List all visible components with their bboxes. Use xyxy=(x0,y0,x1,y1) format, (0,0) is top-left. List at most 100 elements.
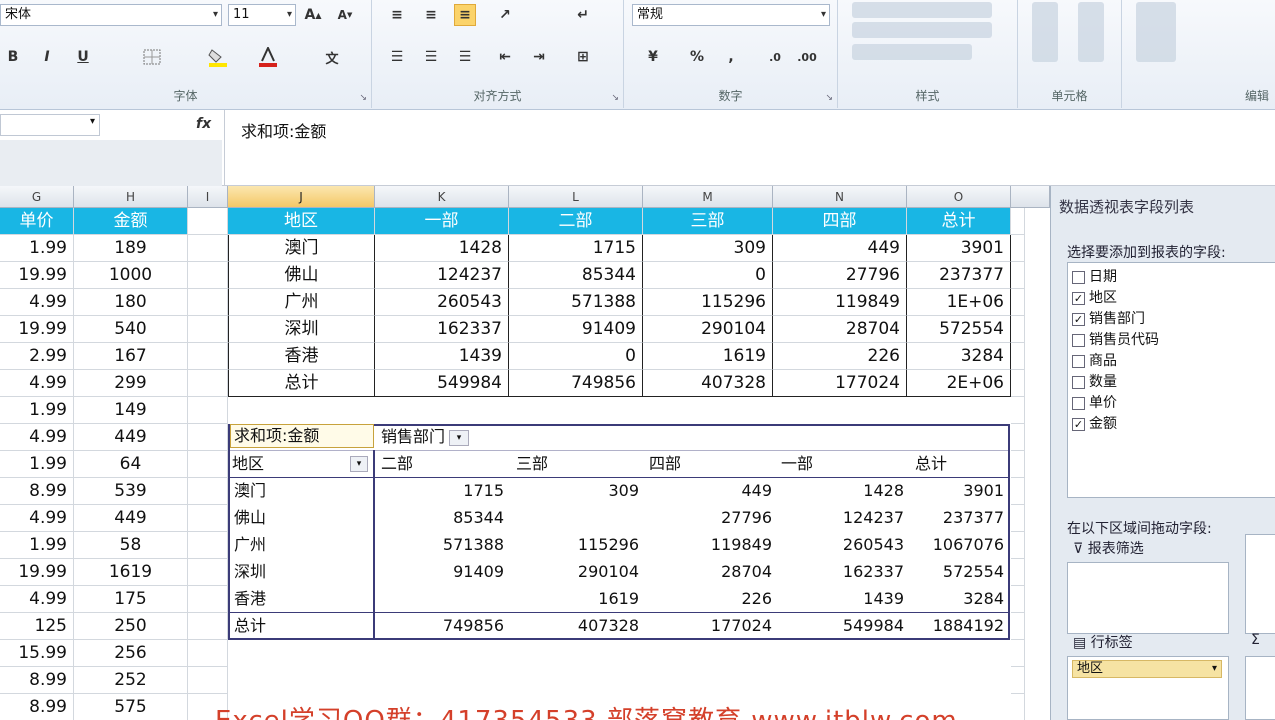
empty-cell[interactable] xyxy=(188,559,228,586)
amount-cell[interactable]: 189 xyxy=(74,235,188,262)
summary-value-cell[interactable]: 1715 xyxy=(509,235,643,262)
checkbox-icon[interactable] xyxy=(1072,333,1085,347)
column-header-n[interactable]: N xyxy=(773,186,907,208)
summary-value-cell[interactable]: 1E+06 xyxy=(907,289,1011,316)
empty-cell[interactable] xyxy=(188,640,228,667)
empty-cell[interactable] xyxy=(188,586,228,613)
cell-styles-icon[interactable] xyxy=(852,44,972,60)
border-icon[interactable] xyxy=(138,46,166,68)
unit-price-cell[interactable]: 8.99 xyxy=(0,667,74,694)
summary-value-cell[interactable]: 1439 xyxy=(375,343,509,370)
orientation-icon[interactable]: ↗ xyxy=(494,4,516,26)
pivot-value-cell[interactable]: 1067076 xyxy=(912,532,1008,558)
pivot-value-cell[interactable]: 3284 xyxy=(912,586,1008,612)
pivot-row-label[interactable]: 广州 xyxy=(234,532,370,558)
empty-cell[interactable] xyxy=(1011,208,1025,235)
pivot-value-cell[interactable]: 27796 xyxy=(646,505,776,531)
align-right-icon[interactable]: ☰ xyxy=(454,46,476,68)
unit-price-cell[interactable]: 8.99 xyxy=(0,694,74,720)
fill-color-icon[interactable] xyxy=(204,46,232,68)
align-bottom-icon[interactable]: ≡ xyxy=(454,4,476,26)
formula-input[interactable]: 求和项:金额 xyxy=(224,110,1275,186)
summary-header-cell[interactable]: 一部 xyxy=(375,208,509,235)
pivot-value-cell[interactable]: 1428 xyxy=(778,478,908,504)
pivot-row-label[interactable]: 佛山 xyxy=(234,505,370,531)
currency-icon[interactable]: ¥ xyxy=(638,46,668,68)
pivot-value-cell[interactable]: 237377 xyxy=(912,505,1008,531)
amount-cell[interactable]: 149 xyxy=(74,397,188,424)
column-header-m[interactable]: M xyxy=(643,186,773,208)
amount-cell[interactable]: 252 xyxy=(74,667,188,694)
unit-price-cell[interactable]: 1.99 xyxy=(0,451,74,478)
summary-value-cell[interactable]: 177024 xyxy=(773,370,907,397)
unit-price-cell[interactable]: 4.99 xyxy=(0,424,74,451)
align-left-icon[interactable]: ☰ xyxy=(386,46,408,68)
percent-button[interactable]: % xyxy=(686,46,708,68)
delete-cells-icon[interactable] xyxy=(1078,2,1104,62)
pivot-value-cell[interactable]: 115296 xyxy=(513,532,643,558)
summary-value-cell[interactable]: 119849 xyxy=(773,289,907,316)
unit-price-cell[interactable]: 19.99 xyxy=(0,316,74,343)
increase-decimal-icon[interactable]: .0 xyxy=(764,46,786,68)
pivot-row-label[interactable]: 深圳 xyxy=(234,559,370,585)
unit-price-cell[interactable]: 2.99 xyxy=(0,343,74,370)
summary-value-cell[interactable]: 115296 xyxy=(643,289,773,316)
empty-cell[interactable] xyxy=(1011,667,1025,694)
empty-cell[interactable] xyxy=(188,370,228,397)
summary-value-cell[interactable]: 124237 xyxy=(375,262,509,289)
empty-cell[interactable] xyxy=(1011,316,1025,343)
empty-cell[interactable] xyxy=(188,667,228,694)
pivot-value-cell[interactable]: 290104 xyxy=(513,559,643,585)
pivot-value-cell[interactable]: 85344 xyxy=(378,505,508,531)
filter-dropdown-icon[interactable]: ▾ xyxy=(449,429,470,446)
summary-region-cell[interactable]: 总计 xyxy=(228,370,375,397)
empty-cell[interactable] xyxy=(1011,613,1025,640)
empty-cell[interactable] xyxy=(1011,505,1025,532)
underline-button[interactable]: U xyxy=(72,46,94,68)
pivot-value-cell[interactable]: 571388 xyxy=(378,532,508,558)
summary-value-cell[interactable]: 0 xyxy=(643,262,773,289)
pivot-row-label[interactable]: 澳门 xyxy=(234,478,370,504)
amount-cell[interactable]: 1000 xyxy=(74,262,188,289)
empty-cell[interactable] xyxy=(1011,532,1025,559)
column-header-j[interactable]: J xyxy=(228,186,375,208)
empty-cell[interactable] xyxy=(1011,640,1025,667)
empty-cell[interactable] xyxy=(1011,343,1025,370)
empty-cell[interactable] xyxy=(1011,235,1025,262)
merge-center-icon[interactable]: ⊞ xyxy=(572,46,594,68)
grow-font-icon[interactable]: A ▲ xyxy=(302,4,324,26)
empty-cell[interactable] xyxy=(1011,694,1025,720)
summary-region-cell[interactable]: 佛山 xyxy=(228,262,375,289)
amount-cell[interactable]: 256 xyxy=(74,640,188,667)
empty-cell[interactable] xyxy=(188,208,228,235)
checkbox-checked-icon[interactable]: ✓ xyxy=(1072,417,1085,431)
pivot-column-header[interactable]: 四部 xyxy=(646,451,776,477)
pivot-value-cell[interactable]: 1439 xyxy=(778,586,908,612)
empty-cell[interactable] xyxy=(1011,586,1025,613)
italic-button[interactable]: I xyxy=(36,46,58,68)
empty-cell[interactable] xyxy=(188,262,228,289)
amount-cell[interactable]: 167 xyxy=(74,343,188,370)
empty-cell[interactable] xyxy=(188,451,228,478)
align-top-icon[interactable]: ≡ xyxy=(386,4,408,26)
field-item-6[interactable]: 单价 xyxy=(1072,393,1117,413)
summary-region-cell[interactable]: 深圳 xyxy=(228,316,375,343)
dialog-launcher-icon[interactable]: ↘ xyxy=(359,93,367,103)
checkbox-icon[interactable] xyxy=(1072,375,1085,389)
format-table-icon[interactable] xyxy=(852,22,992,38)
pivot-value-cell[interactable]: 1884192 xyxy=(912,613,1008,639)
field-item-5[interactable]: 数量 xyxy=(1072,372,1117,392)
align-center-icon[interactable]: ☰ xyxy=(420,46,442,68)
summary-value-cell[interactable]: 309 xyxy=(643,235,773,262)
empty-cell[interactable] xyxy=(188,532,228,559)
column-header-g[interactable]: G xyxy=(0,186,74,208)
dialog-launcher-icon[interactable]: ↘ xyxy=(611,93,619,103)
amount-cell[interactable]: 250 xyxy=(74,613,188,640)
summary-value-cell[interactable]: 290104 xyxy=(643,316,773,343)
autosum-icon[interactable] xyxy=(1136,2,1176,62)
empty-cell[interactable] xyxy=(188,343,228,370)
summary-value-cell[interactable]: 3284 xyxy=(907,343,1011,370)
values-zone[interactable] xyxy=(1245,656,1275,720)
unit-price-cell[interactable]: 8.99 xyxy=(0,478,74,505)
pivot-value-cell[interactable]: 309 xyxy=(513,478,643,504)
